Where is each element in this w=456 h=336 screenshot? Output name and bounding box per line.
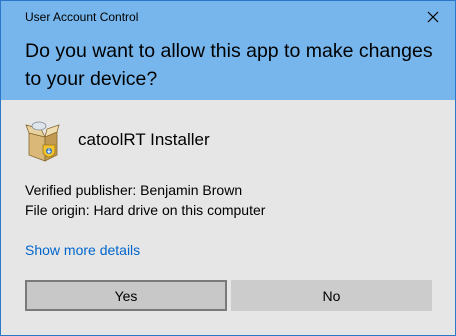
yes-button[interactable]: Yes [25, 280, 227, 311]
close-icon [427, 11, 439, 23]
file-origin-text: File origin: Hard drive on this computer [25, 202, 266, 218]
dialog-header: User Account Control Do you want to allo… [1, 1, 455, 100]
window-title: User Account Control [25, 10, 139, 24]
permission-question: Do you want to allow this app to make ch… [25, 40, 433, 90]
app-name: catoolRT Installer [78, 130, 210, 149]
uac-dialog: User Account Control Do you want to allo… [0, 0, 456, 336]
installer-box-icon [23, 119, 63, 163]
publisher-text: Verified publisher: Benjamin Brown [25, 182, 243, 198]
show-more-details-link[interactable]: Show more details [25, 242, 140, 258]
no-button[interactable]: No [231, 280, 432, 311]
close-button[interactable] [421, 5, 445, 29]
